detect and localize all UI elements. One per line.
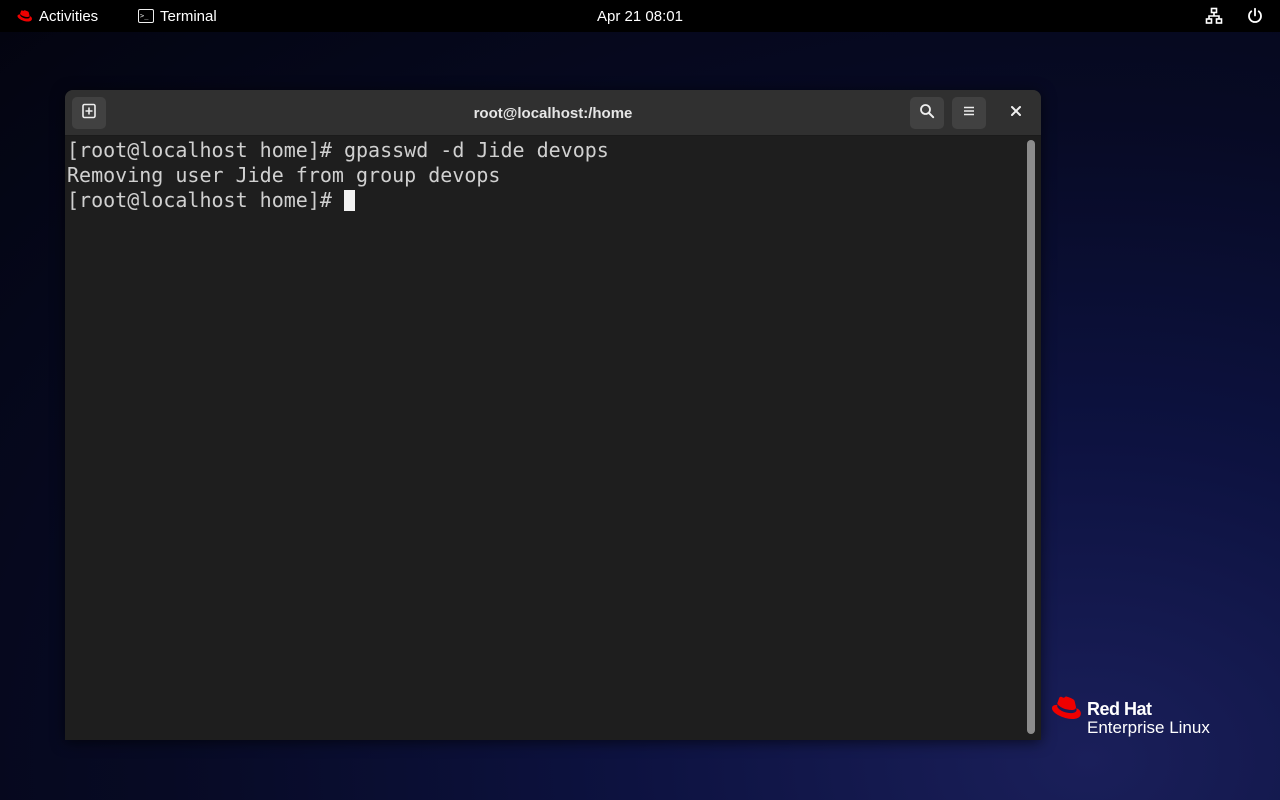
logo-line-2: Enterprise Linux (1087, 718, 1210, 737)
window-title-container: root@localhost:/home (65, 90, 1041, 136)
terminal-output[interactable]: [root@localhost home]# gpasswd -d Jide d… (65, 136, 1025, 740)
activities-label: Activities (39, 7, 99, 25)
terminal-line: Removing user Jide from group devops (67, 163, 501, 187)
text-cursor (343, 190, 355, 211)
search-icon (919, 103, 935, 124)
redhat-desktop-logo: Red Hat Enterprise Linux (1049, 696, 1229, 742)
app-menu-label: Terminal (160, 7, 217, 25)
app-menu-terminal[interactable]: >_ Terminal (138, 0, 217, 32)
hamburger-menu-icon (962, 104, 976, 123)
redhat-logo-icon (1052, 696, 1081, 719)
clock[interactable]: Apr 21 08:01 (597, 8, 683, 25)
top-bar: Activities >_ Terminal Apr 21 08:01 (0, 0, 1280, 32)
new-tab-icon (81, 103, 97, 124)
network-icon[interactable] (1205, 7, 1223, 25)
activities-button[interactable]: Activities (16, 0, 98, 32)
logo-line-1: Red Hat (1087, 699, 1152, 719)
terminal-line: [root@localhost home]# gpasswd -d Jide d… (67, 138, 609, 162)
close-icon (1010, 104, 1022, 122)
close-button[interactable] (1002, 99, 1030, 127)
window-title: root@localhost:/home (473, 104, 633, 122)
power-icon[interactable] (1246, 7, 1264, 25)
scrollbar[interactable] (1027, 140, 1035, 734)
search-button[interactable] (910, 97, 944, 129)
terminal-window: root@localhost:/home [root@localhost hom… (65, 90, 1041, 740)
redhat-icon (16, 9, 33, 23)
new-tab-button[interactable] (72, 97, 106, 129)
main-menu-button[interactable] (952, 97, 986, 129)
terminal-icon: >_ (138, 9, 154, 23)
terminal-prompt: [root@localhost home]# (67, 188, 344, 212)
window-headerbar[interactable]: root@localhost:/home (65, 90, 1041, 136)
terminal-prompt-line: [root@localhost home]# (67, 188, 1025, 213)
